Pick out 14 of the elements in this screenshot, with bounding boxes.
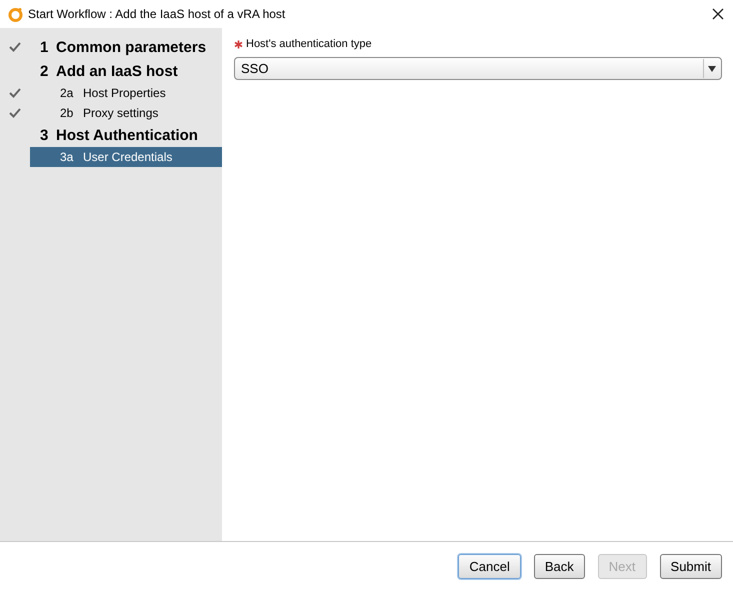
dialog-button[interactable]: Submit [660, 554, 722, 578]
substep-item[interactable]: 2a Host Properties [30, 83, 222, 103]
close-icon[interactable] [711, 7, 725, 21]
step-item[interactable]: 3 Host Authentication [30, 123, 222, 147]
substep-item[interactable]: 3a User Credentials [30, 147, 222, 167]
substep-item[interactable]: 2b Proxy settings [30, 103, 222, 123]
dialog-button[interactable]: Cancel [458, 554, 521, 578]
window-title: Start Workflow : Add the IaaS host of a vRA host [28, 7, 286, 21]
step-item[interactable]: 2 Add an IaaS host [30, 59, 222, 83]
field-label: Host's authentication type [246, 38, 372, 50]
step-item[interactable]: 1 Common parameters [30, 35, 222, 59]
logo-icon [8, 6, 23, 22]
authentication-type-dropdown[interactable]: SSO [234, 57, 722, 80]
dialog-button[interactable]: Back [534, 554, 585, 578]
